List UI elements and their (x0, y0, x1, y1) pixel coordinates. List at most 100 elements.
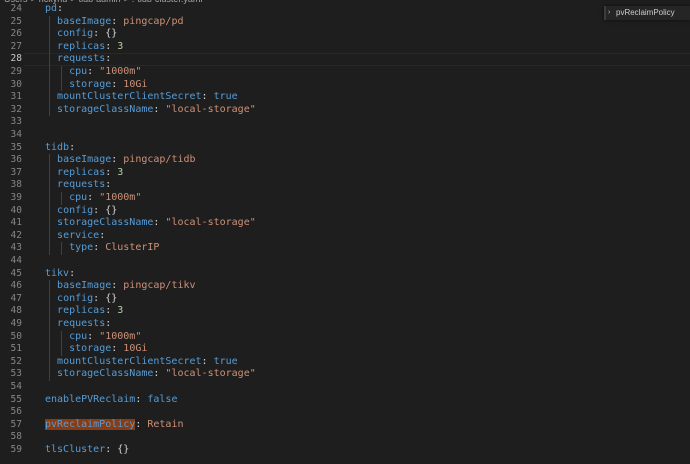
code-line[interactable]: 42 service: (0, 230, 690, 243)
code-line[interactable]: 51 storage: 10Gi (0, 343, 690, 356)
code-token: replicas (57, 40, 106, 52)
line-code[interactable]: pvReclaimPolicy: Retain (45, 418, 183, 432)
line-code[interactable]: mountClusterClientSecret: true (45, 91, 238, 104)
line-code[interactable]: replicas: 3 (45, 41, 123, 54)
code-line[interactable]: 28 requests: (0, 53, 690, 66)
code-editor[interactable]: Users>rickyhu>tidb-admin>!tidb-cluster.y… (0, 0, 690, 464)
line-code[interactable]: type: ClusterIP (45, 242, 159, 255)
code-line[interactable]: 32 storageClassName: "local-storage" (0, 104, 690, 117)
line-code[interactable]: config: {} (45, 205, 117, 218)
code-line[interactable]: 52 mountClusterClientSecret: true (0, 356, 690, 369)
code-line[interactable]: 46 baseImage: pingcap/tikv (0, 280, 690, 293)
code-token: : (105, 305, 118, 317)
code-line[interactable]: 44 (0, 255, 690, 268)
code-line[interactable]: 37 replicas: 3 (0, 167, 690, 180)
line-code[interactable]: baseImage: pingcap/pd (45, 16, 183, 29)
code-line[interactable]: 25 baseImage: pingcap/pd (0, 16, 690, 29)
chevron-right-icon[interactable]: › (608, 6, 610, 20)
code-token: : (69, 267, 76, 279)
line-code[interactable]: tikv: (45, 268, 75, 281)
line-number: 40 (10, 204, 22, 216)
code-line[interactable]: 40 config: {} (0, 205, 690, 218)
line-code[interactable]: replicas: 3 (45, 305, 123, 318)
code-line[interactable]: 36 baseImage: pingcap/tidb (0, 154, 690, 167)
code-token: "local-storage" (165, 368, 256, 380)
line-number: 50 (10, 330, 22, 342)
code-token: : (111, 280, 124, 292)
line-code[interactable]: storageClassName: "local-storage" (45, 368, 256, 381)
code-line[interactable]: 59 tlsCluster: {} (0, 444, 690, 457)
line-code[interactable]: mountClusterClientSecret: true (45, 356, 238, 369)
code-line[interactable]: 45 tikv: (0, 268, 690, 281)
code-line[interactable]: 56 (0, 406, 690, 419)
code-line[interactable]: 38 requests: (0, 179, 690, 192)
line-number: 37 (10, 166, 22, 178)
code-token: : (135, 418, 148, 430)
line-code[interactable]: requests: (45, 53, 111, 66)
code-line[interactable]: 24 pd: (0, 3, 690, 16)
code-token: : (135, 393, 148, 405)
code-line[interactable]: 43 type: ClusterIP (0, 242, 690, 255)
code-line[interactable]: 29 cpu: "1000m" (0, 66, 690, 79)
code-line[interactable]: 49 requests: (0, 318, 690, 331)
code-line[interactable]: 34 (0, 129, 690, 142)
line-code[interactable]: tidb: (45, 142, 75, 155)
line-code[interactable]: service: (45, 230, 105, 243)
line-number: 24 (10, 3, 22, 14)
line-code[interactable]: replicas: 3 (45, 167, 123, 180)
code-token: : (111, 343, 124, 355)
code-line[interactable]: 41 storageClassName: "local-storage" (0, 217, 690, 230)
line-code[interactable]: storageClassName: "local-storage" (45, 217, 256, 230)
find-widget[interactable]: › pvReclaimPolicy (604, 6, 690, 20)
line-code[interactable]: cpu: "1000m" (45, 331, 141, 344)
code-line[interactable]: 53 storageClassName: "local-storage" (0, 368, 690, 381)
line-code[interactable]: baseImage: pingcap/tidb (45, 154, 195, 167)
code-line[interactable]: 31 mountClusterClientSecret: true (0, 91, 690, 104)
line-number: 34 (10, 129, 22, 140)
line-code[interactable]: requests: (45, 318, 111, 331)
code-line[interactable]: 54 (0, 381, 690, 394)
line-number: 42 (10, 229, 22, 241)
code-line[interactable]: 57 pvReclaimPolicy: Retain (0, 418, 690, 432)
line-code[interactable]: cpu: "1000m" (45, 192, 141, 205)
search-match: pvReclaimPolicy (45, 418, 136, 430)
code-token: replicas (57, 166, 106, 178)
line-code[interactable]: tlsCluster: {} (45, 444, 129, 457)
line-code[interactable]: config: {} (45, 28, 117, 41)
line-code[interactable]: requests: (45, 179, 111, 192)
line-code[interactable]: cpu: "1000m" (45, 66, 141, 79)
line-number: 29 (10, 66, 22, 77)
code-line[interactable]: 30 storage: 10Gi (0, 79, 690, 92)
code-token: : (87, 330, 100, 342)
code-token: tidb (45, 141, 70, 153)
code-line[interactable]: 50 cpu: "1000m" (0, 331, 690, 344)
line-code[interactable]: pd: (45, 3, 63, 16)
line-code[interactable]: storage: 10Gi (45, 343, 147, 356)
line-code[interactable]: config: {} (45, 293, 117, 306)
line-code[interactable]: enablePVReclaim: false (45, 394, 177, 407)
code-line[interactable]: 48 replicas: 3 (0, 305, 690, 318)
code-line[interactable]: 27 replicas: 3 (0, 41, 690, 54)
line-code[interactable]: storageClassName: "local-storage" (45, 104, 256, 117)
code-token: mountClusterClientSecret (57, 91, 202, 103)
code-line[interactable]: 47 config: {} (0, 293, 690, 306)
line-code[interactable]: storage: 10Gi (45, 79, 147, 92)
code-line[interactable]: 58 (0, 431, 690, 444)
code-line[interactable]: 55 enablePVReclaim: false (0, 394, 690, 407)
code-token: : (153, 217, 166, 229)
line-number: 49 (10, 318, 22, 329)
find-input[interactable]: pvReclaimPolicy (616, 8, 675, 17)
code-token: baseImage (57, 154, 112, 166)
code-token: storage (69, 343, 112, 355)
code-token: 10Gi (123, 78, 148, 90)
line-number: 55 (10, 393, 22, 405)
code-line[interactable]: 26 config: {} (0, 28, 690, 41)
code-line[interactable]: 33 (0, 116, 690, 129)
code-line[interactable]: 35 tidb: (0, 142, 690, 155)
line-code[interactable]: baseImage: pingcap/tikv (45, 280, 195, 293)
code-line[interactable]: 39 cpu: "1000m" (0, 192, 690, 205)
code-token: : (93, 292, 106, 304)
